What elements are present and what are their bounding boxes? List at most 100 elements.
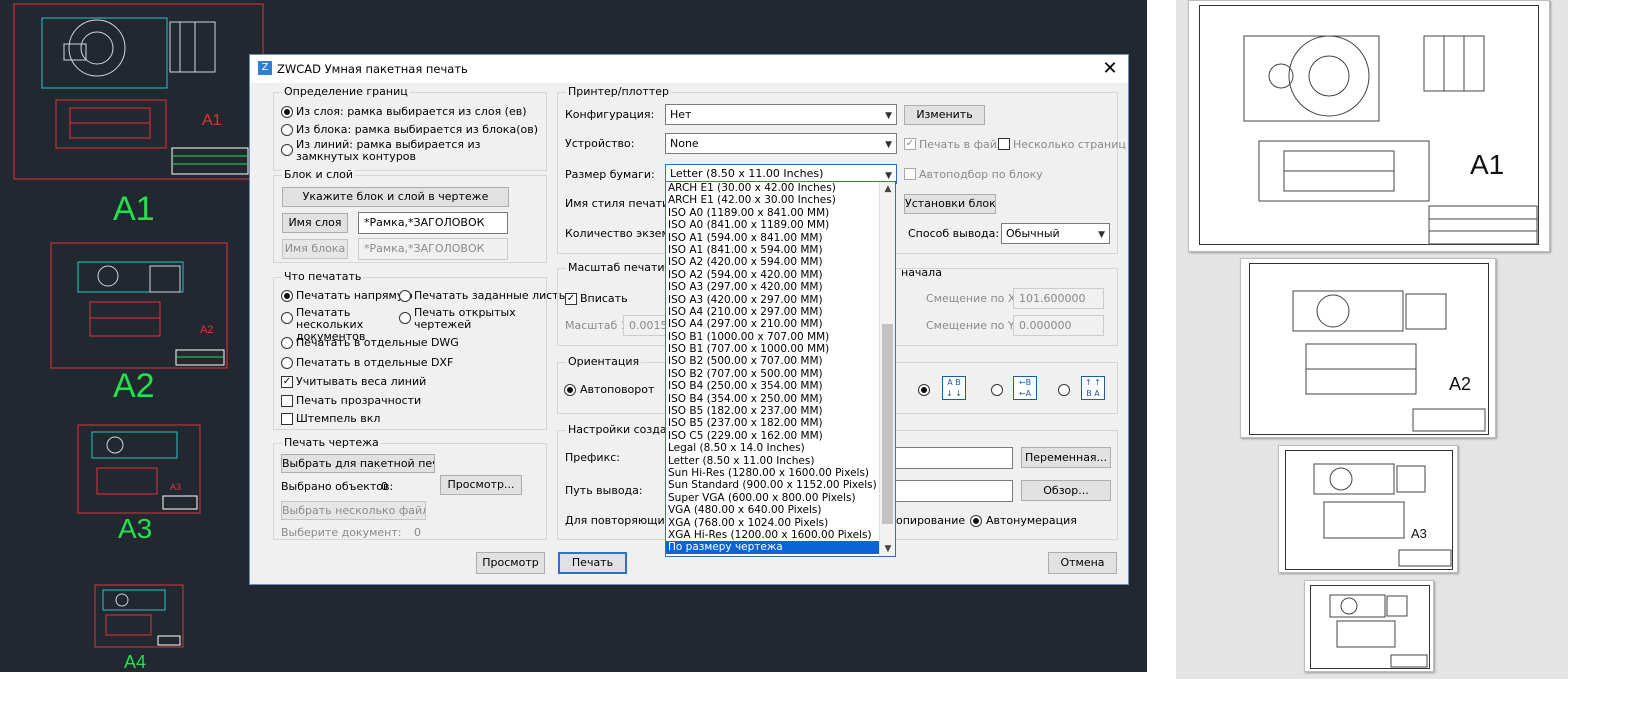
block-settings-button[interactable]: Установки блока	[904, 194, 996, 214]
checkbox-print-to-file[interactable]: ✓	[904, 138, 916, 150]
select-for-batch-button[interactable]: Выбрать для пакетной печати	[281, 454, 435, 473]
paper-size-option[interactable]: ISO B4 (354.00 x 250.00 MM)	[666, 393, 895, 405]
paper-size-option[interactable]: ISO B4 (250.00 x 354.00 MM)	[666, 380, 895, 392]
paper-size-option[interactable]: ISO A4 (297.00 x 210.00 MM)	[666, 318, 895, 330]
paper-size-option[interactable]: ISO B5 (237.00 x 182.00 MM)	[666, 417, 895, 429]
paper-size-option[interactable]: ISO A0 (1189.00 x 841.00 MM)	[666, 207, 895, 219]
config-value: Нет	[670, 108, 692, 121]
paper-size-dropdown-list[interactable]: ARCH E1 (30.00 x 42.00 Inches) ARCH E1 (4…	[665, 181, 896, 557]
scroll-up-icon[interactable]: ▲	[880, 182, 895, 196]
paper-size-option[interactable]: Sun Hi-Res (1280.00 x 1600.00 Pixels)	[666, 467, 895, 479]
radio-orientation-2[interactable]	[991, 384, 1003, 396]
dialog-titlebar[interactable]: Z ZWCAD Умная пакетная печать ✕	[250, 55, 1128, 83]
paper-size-option[interactable]: ISO A3 (420.00 x 297.00 MM)	[666, 294, 895, 306]
paper-size-option[interactable]: ISO B1 (707.00 x 1000.00 MM)	[666, 343, 895, 355]
paper-size-option[interactable]: Letter (8.50 x 11.00 Inches)	[666, 455, 895, 467]
radio-print-sheets[interactable]	[399, 290, 411, 302]
checkbox-lineweights[interactable]: ✓	[281, 376, 293, 388]
paper-size-option[interactable]: ISO B1 (1000.00 x 707.00 MM)	[666, 331, 895, 343]
preview-sheet-a1[interactable]: A1	[1188, 0, 1550, 252]
browse-button[interactable]: Обзор...	[1021, 480, 1111, 501]
prefix-input[interactable]	[895, 447, 1013, 469]
paper-size-option[interactable]: XGA (768.00 x 1024.00 Pixels)	[666, 517, 895, 529]
paper-size-option[interactable]: ISO A0 (841.00 x 1189.00 MM)	[666, 219, 895, 231]
paper-size-option[interactable]: ISO A3 (297.00 x 420.00 MM)	[666, 281, 895, 293]
checkbox-transparency[interactable]	[281, 395, 293, 407]
device-select[interactable]: None ▼	[665, 133, 897, 154]
paper-size-option[interactable]: ISO A2 (594.00 x 420.00 MM)	[666, 269, 895, 281]
dialog-title: ZWCAD Умная пакетная печать	[277, 62, 468, 76]
paper-size-option[interactable]: ISO B2 (500.00 x 707.00 MM)	[666, 355, 895, 367]
layer-name-button[interactable]: Имя слоя	[282, 213, 348, 233]
radio-bounds-lines[interactable]	[281, 144, 293, 156]
print-style-label: Имя стиля печати:	[565, 197, 673, 210]
paper-size-option[interactable]: ISO C5 (229.00 x 162.00 MM)	[666, 430, 895, 442]
choose-document-count: 0	[414, 526, 421, 539]
paper-size-option[interactable]: Legal (8.50 x 14.0 Inches)	[666, 442, 895, 454]
paper-size-option[interactable]: ISO B2 (707.00 x 500.00 MM)	[666, 368, 895, 380]
preview-button[interactable]: Просмотр	[476, 552, 545, 574]
print-drawing-group-title: Печать чертежа	[282, 436, 381, 449]
dropdown-scrollbar[interactable]: ▲ ▼	[879, 182, 895, 556]
scale-input[interactable]: 0.00153	[623, 315, 668, 336]
device-value: None	[670, 137, 699, 150]
variable-button[interactable]: Переменная...	[1021, 447, 1111, 468]
preview-sheet-a2[interactable]: A2	[1240, 258, 1496, 438]
print-button[interactable]: Печать	[558, 552, 627, 574]
paper-size-option[interactable]: По размеру чертежа	[666, 541, 895, 554]
output-mode-select[interactable]: Обычный ▼	[1001, 223, 1110, 244]
paper-size-option[interactable]: XGA Hi-Res (1200.00 x 1600.00 Pixels)	[666, 529, 895, 541]
paper-size-option[interactable]: ARCH E1 (30.00 x 42.00 Inches)	[666, 182, 895, 194]
checkbox-autofit[interactable]	[904, 168, 916, 180]
paper-size-option[interactable]: ISO B5 (182.00 x 237.00 MM)	[666, 405, 895, 417]
radio-orientation-3[interactable]	[1058, 384, 1070, 396]
autorotate-label: Автоповорот	[580, 383, 655, 396]
select-multiple-files-button[interactable]: Выбрать несколько файлов	[281, 501, 426, 520]
scrollbar-thumb[interactable]	[882, 324, 893, 524]
radio-print-open-drawings[interactable]	[399, 312, 411, 324]
checkbox-stamp[interactable]	[281, 413, 293, 425]
radio-orientation-1[interactable]	[918, 384, 930, 396]
specify-block-layer-button[interactable]: Укажите блок и слой в чертеже	[282, 187, 509, 207]
change-config-button[interactable]: Изменить	[904, 105, 985, 125]
checkbox-fit[interactable]: ✓	[565, 293, 577, 305]
radio-autonumber[interactable]	[970, 515, 982, 527]
radio-print-dwg[interactable]	[281, 337, 293, 349]
output-mode-label: Способ вывода:	[908, 227, 1000, 240]
offset-y-input[interactable]: 0.000000	[1013, 315, 1104, 336]
radio-bounds-layer[interactable]	[281, 106, 293, 118]
paper-size-option[interactable]: Sun Standard (900.00 x 1152.00 Pixels)	[666, 479, 895, 491]
radio-print-multi-docs[interactable]	[281, 312, 293, 324]
layer-name-input[interactable]: *Рамка,*ЗАГОЛОВОК	[358, 212, 508, 234]
autonumber-label: Автонумерация	[986, 514, 1077, 527]
block-name-input[interactable]: *Рамка,*ЗАГОЛОВОК	[358, 238, 508, 260]
output-path-input[interactable]	[895, 480, 1013, 502]
paper-size-option[interactable]: ISO A1 (594.00 x 841.00 MM)	[666, 232, 895, 244]
block-name-button[interactable]: Имя блока	[282, 239, 348, 259]
paper-size-option[interactable]: ISO A4 (210.00 x 297.00 MM)	[666, 306, 895, 318]
offset-y-label: Смещение по Y=	[926, 319, 1024, 332]
paper-size-option[interactable]: ARCH E1 (42.00 x 30.00 Inches)	[666, 194, 895, 206]
radio-bounds-block[interactable]	[281, 124, 293, 136]
cancel-button[interactable]: Отмена	[1048, 552, 1117, 574]
paper-size-option[interactable]: ISO A1 (841.00 x 594.00 MM)	[666, 244, 895, 256]
radio-print-direct[interactable]	[281, 290, 293, 302]
close-icon[interactable]: ✕	[1100, 58, 1120, 79]
preview-sheet-a4[interactable]	[1304, 580, 1434, 672]
checkbox-multi-pages[interactable]	[998, 138, 1010, 150]
preview-label-a2: A2	[1449, 374, 1472, 394]
paper-size-option[interactable]: ISO A2 (420.00 x 594.00 MM)	[666, 256, 895, 268]
preview-sheet-a3[interactable]: A3	[1278, 445, 1458, 573]
radio-print-dxf[interactable]	[281, 357, 293, 369]
stamp-label: Штемпель вкл	[296, 412, 381, 425]
paper-size-option[interactable]: Super VGA (600.00 x 800.00 Pixels)	[666, 492, 895, 504]
preview-objects-button[interactable]: Просмотр...	[440, 475, 522, 495]
scroll-down-icon[interactable]: ▼	[880, 542, 895, 556]
paper-size-value: Letter (8.50 x 11.00 Inches)	[670, 167, 824, 180]
radio-autorotate[interactable]	[564, 384, 576, 396]
cad-sheet-label-a1: A1	[113, 190, 155, 228]
paper-size-option[interactable]: VGA (480.00 x 640.00 Pixels)	[666, 504, 895, 516]
preview-label-a3: A3	[1411, 526, 1427, 541]
offset-x-input[interactable]: 101.600000	[1013, 288, 1104, 309]
config-select[interactable]: Нет ▼	[665, 104, 897, 125]
